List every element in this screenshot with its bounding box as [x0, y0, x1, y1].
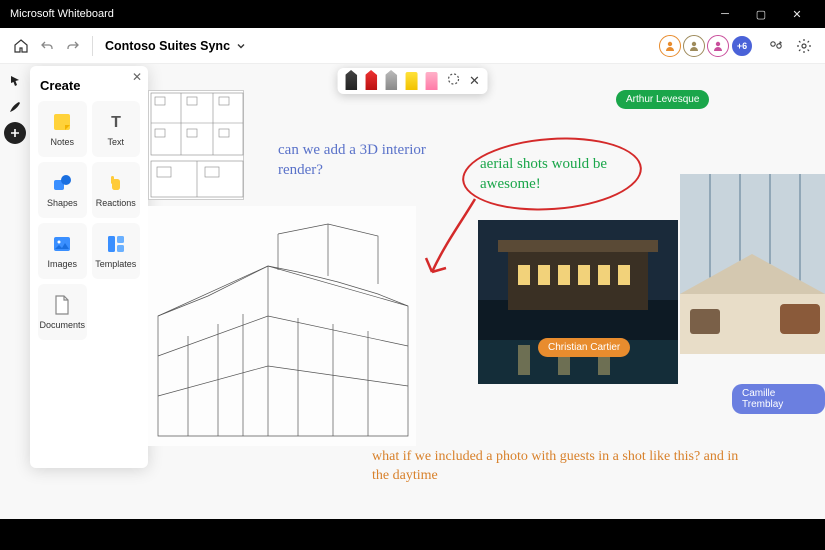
- reactions-icon: [105, 172, 127, 194]
- board-title-text: Contoso Suites Sync: [105, 39, 230, 53]
- share-button[interactable]: [763, 33, 789, 59]
- svg-text:T: T: [111, 114, 121, 131]
- avatar-overflow[interactable]: +6: [731, 35, 753, 57]
- pen-black[interactable]: [345, 70, 357, 90]
- create-documents[interactable]: Documents: [38, 284, 87, 340]
- main-toolbar: Contoso Suites Sync +6: [0, 28, 825, 64]
- pen-gray[interactable]: [385, 70, 397, 90]
- lasso-tool[interactable]: [445, 71, 461, 92]
- titlebar: Microsoft Whiteboard ─ ▢ ✕: [0, 0, 825, 28]
- shapes-icon: [51, 172, 73, 194]
- collaborator-avatars: +6: [659, 33, 817, 59]
- redo-button[interactable]: [60, 33, 86, 59]
- board-title-dropdown[interactable]: Contoso Suites Sync: [99, 39, 252, 53]
- blue-annotation[interactable]: can we add a 3D interior render?: [278, 140, 428, 181]
- highlighter-pink[interactable]: [425, 72, 437, 90]
- images-icon: [51, 233, 73, 255]
- undo-icon: [40, 39, 54, 53]
- templates-icon: [105, 233, 127, 255]
- building-sketch-image[interactable]: [148, 206, 416, 446]
- maximize-button[interactable]: ▢: [743, 8, 779, 21]
- home-button[interactable]: [8, 33, 34, 59]
- whiteboard-canvas[interactable]: ✕ Create Notes T Text Shapes Reactions I…: [0, 64, 825, 519]
- collaborator-tag-arthur: Arthur Levesque: [616, 90, 709, 109]
- avatar[interactable]: [707, 35, 729, 57]
- create-notes[interactable]: Notes: [38, 101, 87, 157]
- collaborator-tag-camille: Camille Tremblay: [732, 384, 825, 414]
- minimize-button[interactable]: ─: [707, 8, 743, 20]
- settings-button[interactable]: [791, 33, 817, 59]
- pen-red[interactable]: [365, 70, 377, 90]
- ink-tool[interactable]: [4, 96, 26, 118]
- redo-icon: [66, 39, 80, 53]
- avatar[interactable]: [683, 35, 705, 57]
- lasso-icon: [445, 71, 461, 87]
- pen-icon: [8, 100, 22, 114]
- orange-annotation[interactable]: what if we included a photo with guests …: [372, 448, 742, 486]
- close-panel-button[interactable]: ✕: [132, 70, 142, 84]
- create-text[interactable]: T Text: [92, 101, 141, 157]
- documents-icon: [51, 294, 73, 316]
- app-name: Microsoft Whiteboard: [10, 8, 114, 20]
- pointer-tool[interactable]: [4, 70, 26, 92]
- pen-tray: ✕: [337, 68, 488, 94]
- chevron-down-icon: [236, 41, 246, 51]
- text-icon: T: [105, 111, 127, 133]
- gear-icon: [796, 38, 812, 54]
- share-icon: [768, 38, 784, 54]
- highlighter-yellow[interactable]: [405, 72, 417, 90]
- villa-photo-image[interactable]: [478, 220, 678, 384]
- create-reactions[interactable]: Reactions: [92, 162, 141, 218]
- home-icon: [13, 38, 29, 54]
- create-panel-title: Create: [40, 78, 140, 93]
- collaborator-tag-christian: Christian Cartier: [538, 338, 630, 357]
- create-templates[interactable]: Templates: [92, 223, 141, 279]
- close-window-button[interactable]: ✕: [779, 8, 815, 21]
- close-tray-button[interactable]: ✕: [469, 73, 480, 89]
- left-toolbar: [4, 70, 26, 144]
- create-images[interactable]: Images: [38, 223, 87, 279]
- bottom-strip: [0, 519, 825, 550]
- create-panel: ✕ Create Notes T Text Shapes Reactions I…: [30, 66, 148, 468]
- lobby-photo-image[interactable]: [680, 174, 825, 354]
- avatar[interactable]: [659, 35, 681, 57]
- add-tool[interactable]: [4, 122, 26, 144]
- green-annotation[interactable]: aerial shots would be awesome!: [480, 154, 640, 195]
- red-arrow-annotation[interactable]: [420, 194, 490, 284]
- create-shapes[interactable]: Shapes: [38, 162, 87, 218]
- plus-icon: [9, 127, 21, 139]
- undo-button[interactable]: [34, 33, 60, 59]
- pointer-icon: [8, 74, 22, 88]
- notes-icon: [51, 111, 73, 133]
- floor-plan-image[interactable]: [148, 90, 244, 200]
